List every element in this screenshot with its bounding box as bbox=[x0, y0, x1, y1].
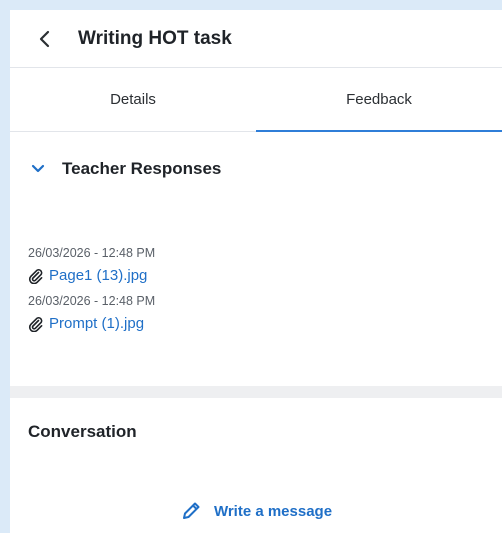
back-button[interactable] bbox=[32, 26, 58, 52]
tab-details[interactable]: Details bbox=[10, 68, 256, 131]
list-item: 26/03/2026 - 12:48 PM Prompt (1).jpg bbox=[28, 294, 502, 332]
page-title: Writing HOT task bbox=[78, 27, 232, 49]
section-divider bbox=[10, 386, 502, 398]
attachment-link[interactable]: Prompt (1).jpg bbox=[28, 315, 502, 332]
paperclip-icon bbox=[28, 316, 44, 332]
teacher-responses-title: Teacher Responses bbox=[62, 159, 222, 178]
chevron-left-icon bbox=[39, 30, 50, 47]
attachment-filename: Prompt (1).jpg bbox=[49, 315, 145, 332]
teacher-responses-header[interactable]: Teacher Responses bbox=[10, 132, 502, 206]
teacher-responses-list: 26/03/2026 - 12:48 PM Page1 (13).jpg 26/… bbox=[10, 206, 502, 332]
tab-feedback[interactable]: Feedback bbox=[256, 68, 502, 132]
response-timestamp: 26/03/2026 - 12:48 PM bbox=[28, 246, 156, 260]
tab-bar: Details Feedback bbox=[10, 68, 502, 132]
attachment-filename: Page1 (13).jpg bbox=[49, 267, 148, 284]
write-message-label: Write a message bbox=[213, 502, 333, 520]
paperclip-icon bbox=[28, 268, 44, 284]
list-item: 26/03/2026 - 12:48 PM Page1 (13).jpg bbox=[28, 246, 502, 284]
write-message-button[interactable]: Write a message bbox=[10, 500, 502, 522]
top-bar: Writing HOT task bbox=[10, 10, 502, 68]
chevron-down-icon bbox=[30, 161, 46, 177]
feedback-panel: Writing HOT task Details Feedback Teache… bbox=[10, 10, 502, 533]
attachment-link[interactable]: Page1 (13).jpg bbox=[28, 267, 502, 284]
pencil-icon bbox=[180, 500, 202, 522]
conversation-title: Conversation bbox=[28, 422, 137, 441]
response-timestamp: 26/03/2026 - 12:48 PM bbox=[28, 294, 156, 308]
